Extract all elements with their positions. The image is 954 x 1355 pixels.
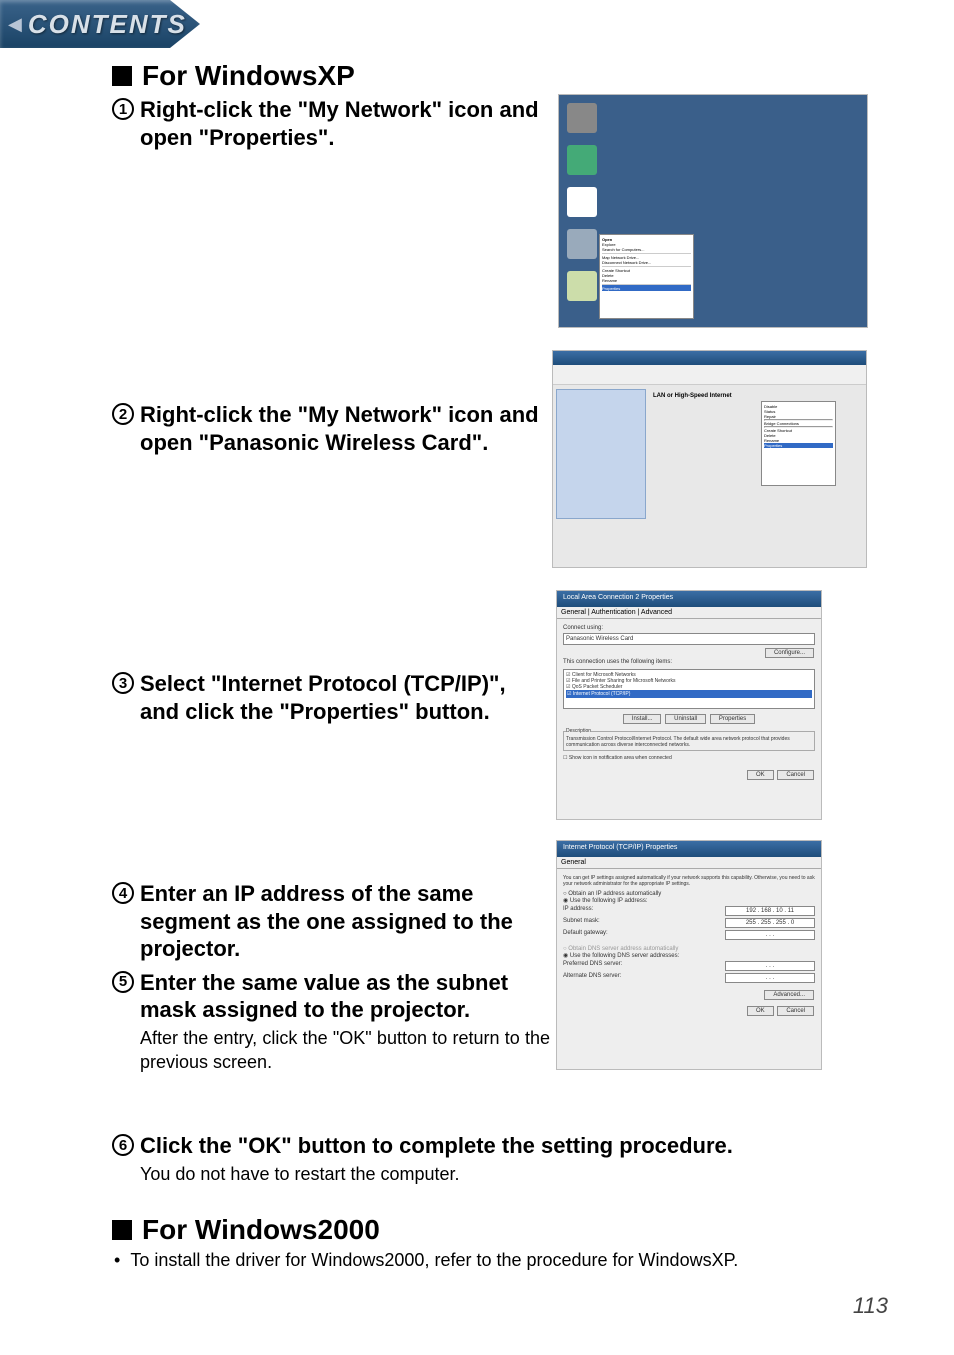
toolbar bbox=[553, 365, 866, 385]
pref-dns-field[interactable]: . . . bbox=[725, 961, 815, 971]
step-5-body: After the entry, click the "OK" button t… bbox=[140, 1026, 550, 1075]
contents-label: CONTENTS bbox=[28, 9, 187, 40]
step-1-title: Right-click the "My Network" icon and op… bbox=[140, 96, 550, 151]
dialog-titlebar-4: Internet Protocol (TCP/IP) Properties bbox=[557, 841, 821, 857]
uninstall-button[interactable]: Uninstall bbox=[665, 714, 706, 724]
ie-icon bbox=[567, 145, 597, 175]
ok-button-4[interactable]: OK bbox=[747, 1006, 774, 1016]
pref-dns-label: Preferred DNS server: bbox=[563, 961, 622, 971]
section-heading-2000-text: For Windows2000 bbox=[142, 1214, 380, 1245]
ip-address-label: IP address: bbox=[563, 906, 593, 916]
advanced-button[interactable]: Advanced... bbox=[764, 990, 814, 1000]
square-bullet-icon bbox=[112, 1220, 132, 1240]
recycle-bin-icon bbox=[567, 103, 597, 133]
step-2-title: Right-click the "My Network" icon and op… bbox=[140, 401, 550, 456]
step-number-2: 2 bbox=[112, 403, 134, 425]
step-3-title: Select "Internet Protocol (TCP/IP)", and… bbox=[140, 670, 550, 725]
bullet-text: To install the driver for Windows2000, r… bbox=[130, 1250, 738, 1271]
step-number-1: 1 bbox=[112, 98, 134, 120]
screenshot-tcpip-properties: Internet Protocol (TCP/IP) Properties Ge… bbox=[556, 840, 822, 1070]
alt-dns-field[interactable]: . . . bbox=[725, 973, 815, 983]
network-icon bbox=[567, 271, 597, 301]
screenshot-connection-properties: Local Area Connection 2 Properties Gener… bbox=[556, 590, 822, 820]
screenshot-desktop: Open Explore Search for Computers... Map… bbox=[558, 94, 868, 328]
dialog-tabs: General | Authentication | Advanced bbox=[557, 607, 821, 619]
contents-tab[interactable]: ◀ CONTENTS bbox=[0, 0, 200, 48]
window-sidebar bbox=[556, 389, 646, 519]
dialog-titlebar: Local Area Connection 2 Properties bbox=[557, 591, 821, 607]
screenshot-network-connections: LAN or High-Speed Internet DisableStatus… bbox=[552, 350, 867, 568]
step-6: 6 Click the "OK" button to complete the … bbox=[112, 1132, 864, 1186]
ip-address-field[interactable]: 192 . 168 . 10 . 11 bbox=[725, 906, 815, 916]
tcpip-desc: You can get IP settings assigned automat… bbox=[563, 875, 815, 887]
configure-button[interactable]: Configure... bbox=[765, 648, 814, 658]
context-menu-2: DisableStatusRepairBridge ConnectionsCre… bbox=[761, 401, 836, 486]
gateway-label: Default gateway: bbox=[563, 930, 608, 940]
connect-using-label: Connect using: bbox=[563, 625, 815, 631]
dialog-body-4: You can get IP settings assigned automat… bbox=[557, 869, 821, 1023]
show-icon-checkbox[interactable]: Show icon in notification area when conn… bbox=[569, 755, 672, 761]
step-6-body: You do not have to restart the computer. bbox=[140, 1162, 733, 1186]
items-label: This connection uses the following items… bbox=[563, 659, 815, 665]
step-number-5: 5 bbox=[112, 971, 134, 993]
window-titlebar bbox=[553, 351, 866, 365]
properties-button[interactable]: Properties bbox=[710, 714, 755, 724]
square-bullet-icon bbox=[112, 66, 132, 86]
document-icon bbox=[567, 187, 597, 217]
section-heading-xp: For WindowsXP bbox=[112, 60, 864, 92]
cancel-button[interactable]: Cancel bbox=[777, 770, 814, 780]
install-button[interactable]: Install... bbox=[623, 714, 662, 724]
ok-button[interactable]: OK bbox=[747, 770, 774, 780]
step-number-4: 4 bbox=[112, 882, 134, 904]
computer-icon bbox=[567, 229, 597, 259]
subnet-mask-label: Subnet mask: bbox=[563, 918, 600, 928]
step-number-6: 6 bbox=[112, 1134, 134, 1156]
back-arrow-icon: ◀ bbox=[8, 14, 22, 35]
section-heading-2000: For Windows2000 bbox=[112, 1214, 864, 1246]
step-4-title: Enter an IP address of the same segment … bbox=[140, 880, 550, 963]
use-dns-radio[interactable]: Use the following DNS server addresses: bbox=[570, 953, 679, 959]
cancel-button-4[interactable]: Cancel bbox=[777, 1006, 814, 1016]
lan-heading: LAN or High-Speed Internet bbox=[653, 393, 732, 399]
items-listbox[interactable]: ☑ Client for Microsoft Networks ☑ File a… bbox=[563, 669, 815, 709]
use-ip-radio[interactable]: Use the following IP address: bbox=[570, 898, 648, 904]
alt-dns-label: Alternate DNS server: bbox=[563, 973, 621, 983]
gateway-field[interactable]: . . . bbox=[725, 930, 815, 940]
context-menu: Open Explore Search for Computers... Map… bbox=[599, 234, 694, 319]
step-number-3: 3 bbox=[112, 672, 134, 694]
description-text: Transmission Control Protocol/Internet P… bbox=[566, 736, 812, 748]
dialog-tabs-4: General bbox=[557, 857, 821, 869]
bullet-item: • To install the driver for Windows2000,… bbox=[112, 1250, 864, 1271]
description-label: Description bbox=[566, 728, 591, 734]
adapter-name: Panasonic Wireless Card bbox=[563, 633, 815, 645]
dialog-body: Connect using: Panasonic Wireless Card C… bbox=[557, 619, 821, 787]
step-5-title: Enter the same value as the subnet mask … bbox=[140, 969, 550, 1024]
subnet-mask-field[interactable]: 255 . 255 . 255 . 0 bbox=[725, 918, 815, 928]
section-heading-text: For WindowsXP bbox=[142, 60, 355, 91]
step-6-title: Click the "OK" button to complete the se… bbox=[140, 1132, 733, 1160]
page-number: 113 bbox=[853, 1293, 888, 1319]
bullet-dot-icon: • bbox=[114, 1250, 120, 1271]
section-2000: For Windows2000 • To install the driver … bbox=[112, 1214, 864, 1271]
